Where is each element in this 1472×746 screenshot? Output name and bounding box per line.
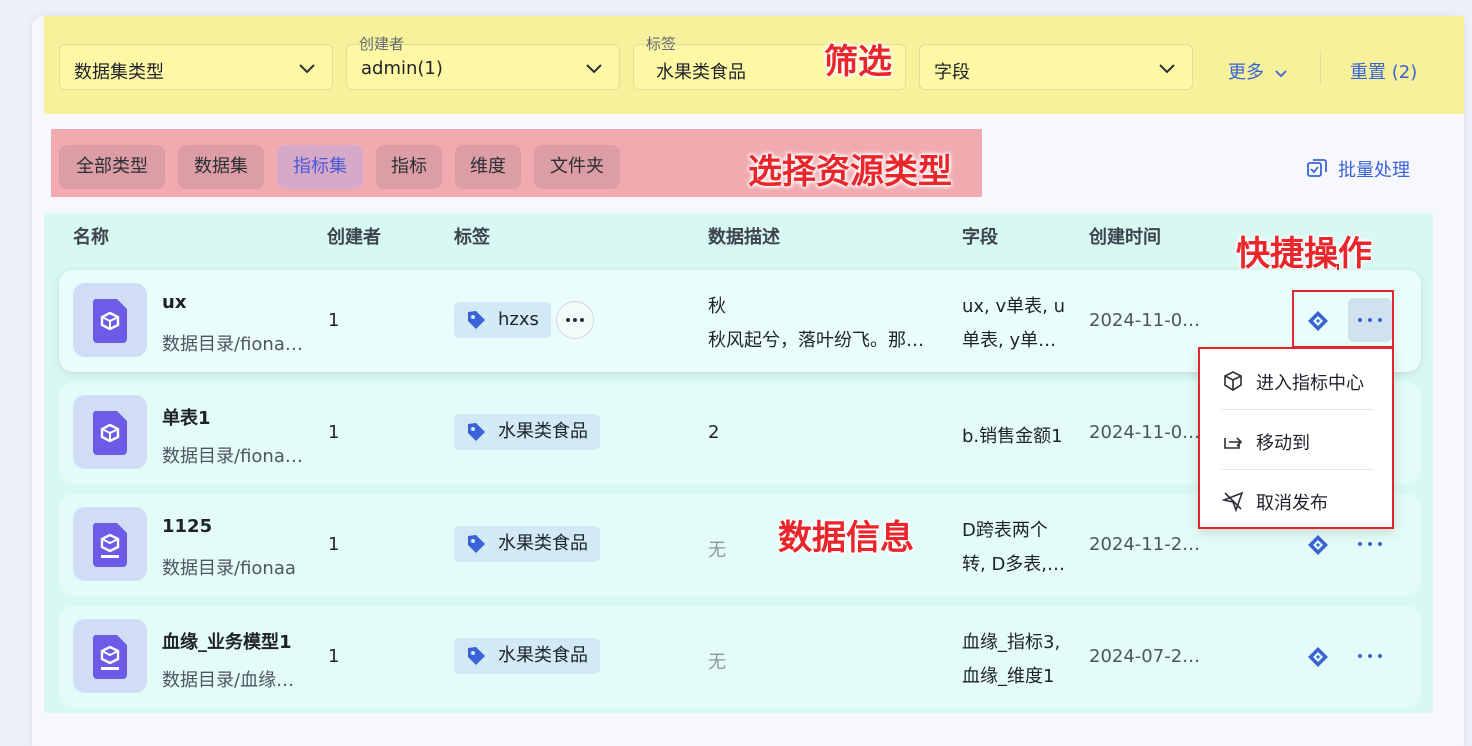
tag-icon xyxy=(468,647,485,665)
type-tab-folder[interactable]: 文件夹 xyxy=(534,145,620,189)
description-line: 无 xyxy=(708,652,726,673)
resource-path: 数据目录/fionaa xyxy=(162,558,296,579)
cube-icon xyxy=(1224,371,1242,391)
tag-chip[interactable]: 水果类食品 xyxy=(454,414,600,450)
annotation-data-info: 数据信息 xyxy=(778,518,914,558)
created-time-cell: 2024-11-2… xyxy=(1089,534,1201,555)
batch-process-label: 批量处理 xyxy=(1338,160,1410,181)
fields-line: ux, v单表, u xyxy=(962,296,1066,317)
resource-path: 数据目录/fiona… xyxy=(162,446,303,467)
tag-label: 水果类食品 xyxy=(498,421,588,442)
creator-cell: 1 xyxy=(328,534,340,555)
type-tab-metric[interactable]: 指标 xyxy=(376,145,442,189)
tag-icon xyxy=(468,423,485,441)
menu-item-label: 取消发布 xyxy=(1256,493,1328,514)
tag-label: 水果类食品 xyxy=(498,533,588,554)
batch-icon xyxy=(1307,159,1327,177)
tag-label: 标签 xyxy=(646,35,677,53)
tag-chip[interactable]: 水果类食品 xyxy=(454,526,600,562)
column-header-description: 数据描述 xyxy=(708,227,780,248)
tag-chip[interactable]: 水果类食品 xyxy=(454,638,600,674)
more-actions-button[interactable] xyxy=(1348,634,1392,678)
creator-cell: 1 xyxy=(328,646,340,667)
column-header-tag: 标签 xyxy=(454,227,490,248)
menu-item-label: 移动到 xyxy=(1256,433,1310,454)
creator-value: admin(1) xyxy=(361,58,443,79)
column-header-name: 名称 xyxy=(73,227,109,248)
more-actions-menu: 进入指标中心 移动到 取消发布 xyxy=(1198,347,1394,529)
resource-name[interactable]: 血缘_业务模型1 xyxy=(162,628,292,654)
type-tab-dataset[interactable]: 数据集 xyxy=(178,145,264,189)
description-line: 无 xyxy=(708,540,726,561)
metric-center-icon[interactable] xyxy=(1307,646,1329,668)
field-value: 字段 xyxy=(934,62,970,83)
description-line: 秋风起兮，落叶纷飞。那… xyxy=(708,330,924,351)
annotation-resource-type: 选择资源类型 xyxy=(748,152,952,192)
dataset-type-value: 数据集类型 xyxy=(74,62,164,83)
chevron-down-icon xyxy=(1275,70,1287,78)
metric-set-file-icon xyxy=(73,395,147,469)
metric-center-icon[interactable] xyxy=(1307,534,1329,556)
annotation-quick-action: 快捷操作 xyxy=(1236,234,1372,274)
metric-set-file-icon xyxy=(73,619,147,693)
tag-icon xyxy=(468,535,485,553)
table-row[interactable]: 血缘_业务模型1 数据目录/血缘… 1 水果类食品 无 血缘_指标3, 血缘_维… xyxy=(59,606,1421,708)
ellipsis-icon xyxy=(1358,654,1382,658)
metric-set-file-icon xyxy=(73,507,147,581)
type-tab-metric-set[interactable]: 指标集 xyxy=(277,145,363,189)
column-header-created-time: 创建时间 xyxy=(1089,227,1161,248)
type-tab-all[interactable]: 全部类型 xyxy=(59,145,165,189)
divider xyxy=(1320,50,1321,84)
resource-name[interactable]: 单表1 xyxy=(162,404,211,430)
created-time-cell: 2024-07-2… xyxy=(1089,646,1201,667)
field-select[interactable]: 字段 xyxy=(919,44,1193,90)
quick-action-highlight xyxy=(1292,290,1394,348)
ellipsis-icon xyxy=(1358,542,1382,546)
tag-value: 水果类食品 xyxy=(656,62,746,83)
menu-item-label: 进入指标中心 xyxy=(1256,373,1364,394)
creator-select[interactable]: 创建者 admin(1) xyxy=(346,35,620,90)
description-line: 秋 xyxy=(708,296,726,317)
created-time-cell: 2024-11-0… xyxy=(1089,422,1201,443)
fields-line: 转, D多表,… xyxy=(962,554,1066,575)
ellipsis-icon xyxy=(566,318,584,322)
dataset-type-select[interactable]: 数据集类型 xyxy=(59,44,333,90)
reset-button[interactable]: 重置 (2) xyxy=(1350,58,1417,84)
resource-name[interactable]: 1125 xyxy=(162,516,212,537)
creator-label: 创建者 xyxy=(359,35,405,53)
fields-line: 单表, y单… xyxy=(962,330,1057,351)
creator-cell: 1 xyxy=(328,422,340,443)
chevron-down-icon xyxy=(586,64,602,74)
description-line: 2 xyxy=(708,422,720,443)
column-header-creator: 创建者 xyxy=(327,227,381,248)
menu-divider xyxy=(1222,469,1374,470)
tag-icon xyxy=(468,311,485,329)
chevron-down-icon xyxy=(299,64,315,74)
metric-set-file-icon xyxy=(73,283,147,357)
tag-label: 水果类食品 xyxy=(498,645,588,666)
more-tags-button[interactable] xyxy=(556,301,594,339)
resource-name[interactable]: ux xyxy=(162,292,186,313)
fields-line: b.销售金额1 xyxy=(962,426,1063,447)
created-time-cell: 2024-11-0… xyxy=(1089,310,1201,331)
tag-label: hzxs xyxy=(498,309,539,330)
annotation-filter: 筛选 xyxy=(824,42,892,82)
resource-path: 数据目录/fiona… xyxy=(162,334,303,355)
more-filters-label: 更多 xyxy=(1228,62,1264,83)
fields-line: D跨表两个 xyxy=(962,520,1048,541)
fields-line: 血缘_指标3, xyxy=(962,632,1061,653)
resource-path: 数据目录/血缘… xyxy=(162,670,295,691)
tag-chip[interactable]: hzxs xyxy=(454,302,551,338)
column-header-fields: 字段 xyxy=(962,227,998,248)
chevron-down-icon xyxy=(1159,64,1175,74)
menu-divider xyxy=(1222,409,1374,410)
unpublish-icon xyxy=(1222,491,1244,512)
creator-cell: 1 xyxy=(328,310,340,331)
more-filters-button[interactable]: 更多 xyxy=(1228,58,1288,84)
fields-line: 血缘_维度1 xyxy=(962,666,1055,687)
move-icon xyxy=(1224,437,1243,449)
type-tab-dimension[interactable]: 维度 xyxy=(455,145,521,189)
